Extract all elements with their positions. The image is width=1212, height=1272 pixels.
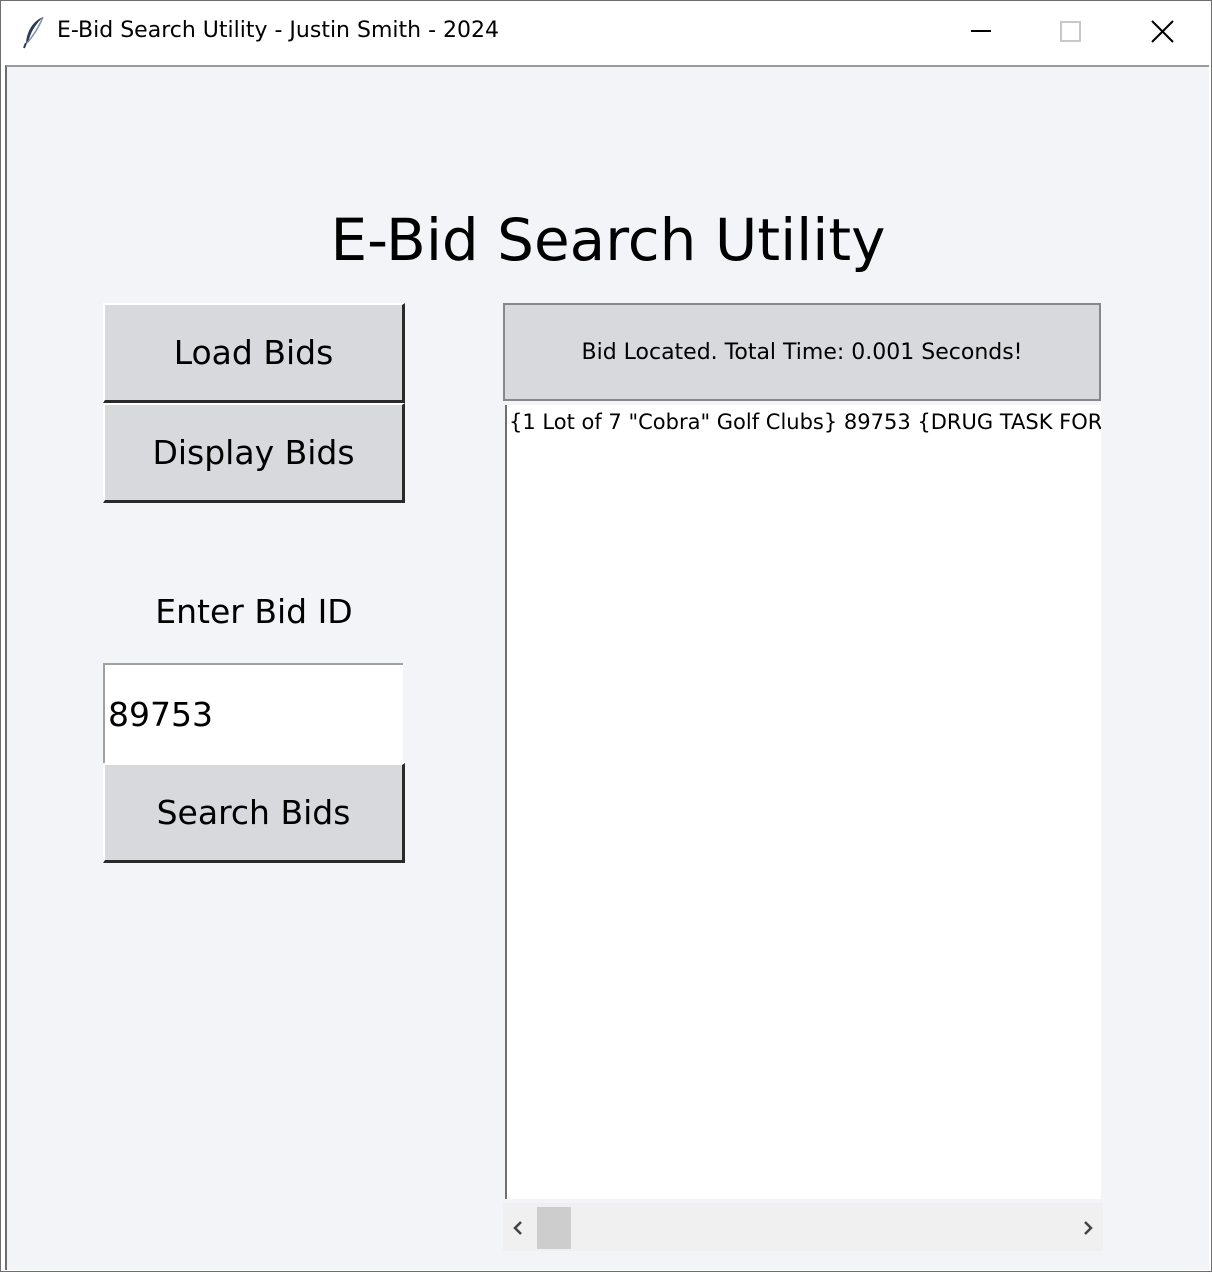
- display-bids-button[interactable]: Display Bids: [103, 403, 405, 503]
- results-listbox[interactable]: {1 Lot of 7 "Cobra" Golf Clubs} 89753 {D…: [505, 405, 1101, 1199]
- scroll-left-button[interactable]: [503, 1203, 533, 1251]
- bid-id-input[interactable]: [103, 663, 403, 763]
- status-label: Bid Located. Total Time: 0.001 Seconds!: [503, 303, 1101, 401]
- scrollbar-thumb[interactable]: [537, 1207, 571, 1249]
- maximize-button[interactable]: [1025, 1, 1117, 63]
- close-button[interactable]: [1117, 1, 1209, 63]
- search-bids-button[interactable]: Search Bids: [103, 763, 405, 863]
- title-bar[interactable]: E-Bid Search Utility - Justin Smith - 20…: [1, 1, 1211, 63]
- feather-icon: [21, 15, 47, 49]
- client-area: E-Bid Search Utility Load Bids Display B…: [5, 65, 1209, 1270]
- list-item[interactable]: {1 Lot of 7 "Cobra" Golf Clubs} 89753 {D…: [507, 405, 1101, 434]
- load-bids-button[interactable]: Load Bids: [103, 303, 405, 403]
- horizontal-scrollbar[interactable]: [503, 1203, 1103, 1251]
- app-window: E-Bid Search Utility - Justin Smith - 20…: [0, 0, 1212, 1272]
- scroll-right-button[interactable]: [1073, 1203, 1103, 1251]
- minimize-button[interactable]: [935, 1, 1027, 63]
- enter-bid-id-label: Enter Bid ID: [155, 592, 353, 631]
- window-title: E-Bid Search Utility - Justin Smith - 20…: [57, 18, 499, 43]
- page-title: E-Bid Search Utility: [330, 206, 886, 274]
